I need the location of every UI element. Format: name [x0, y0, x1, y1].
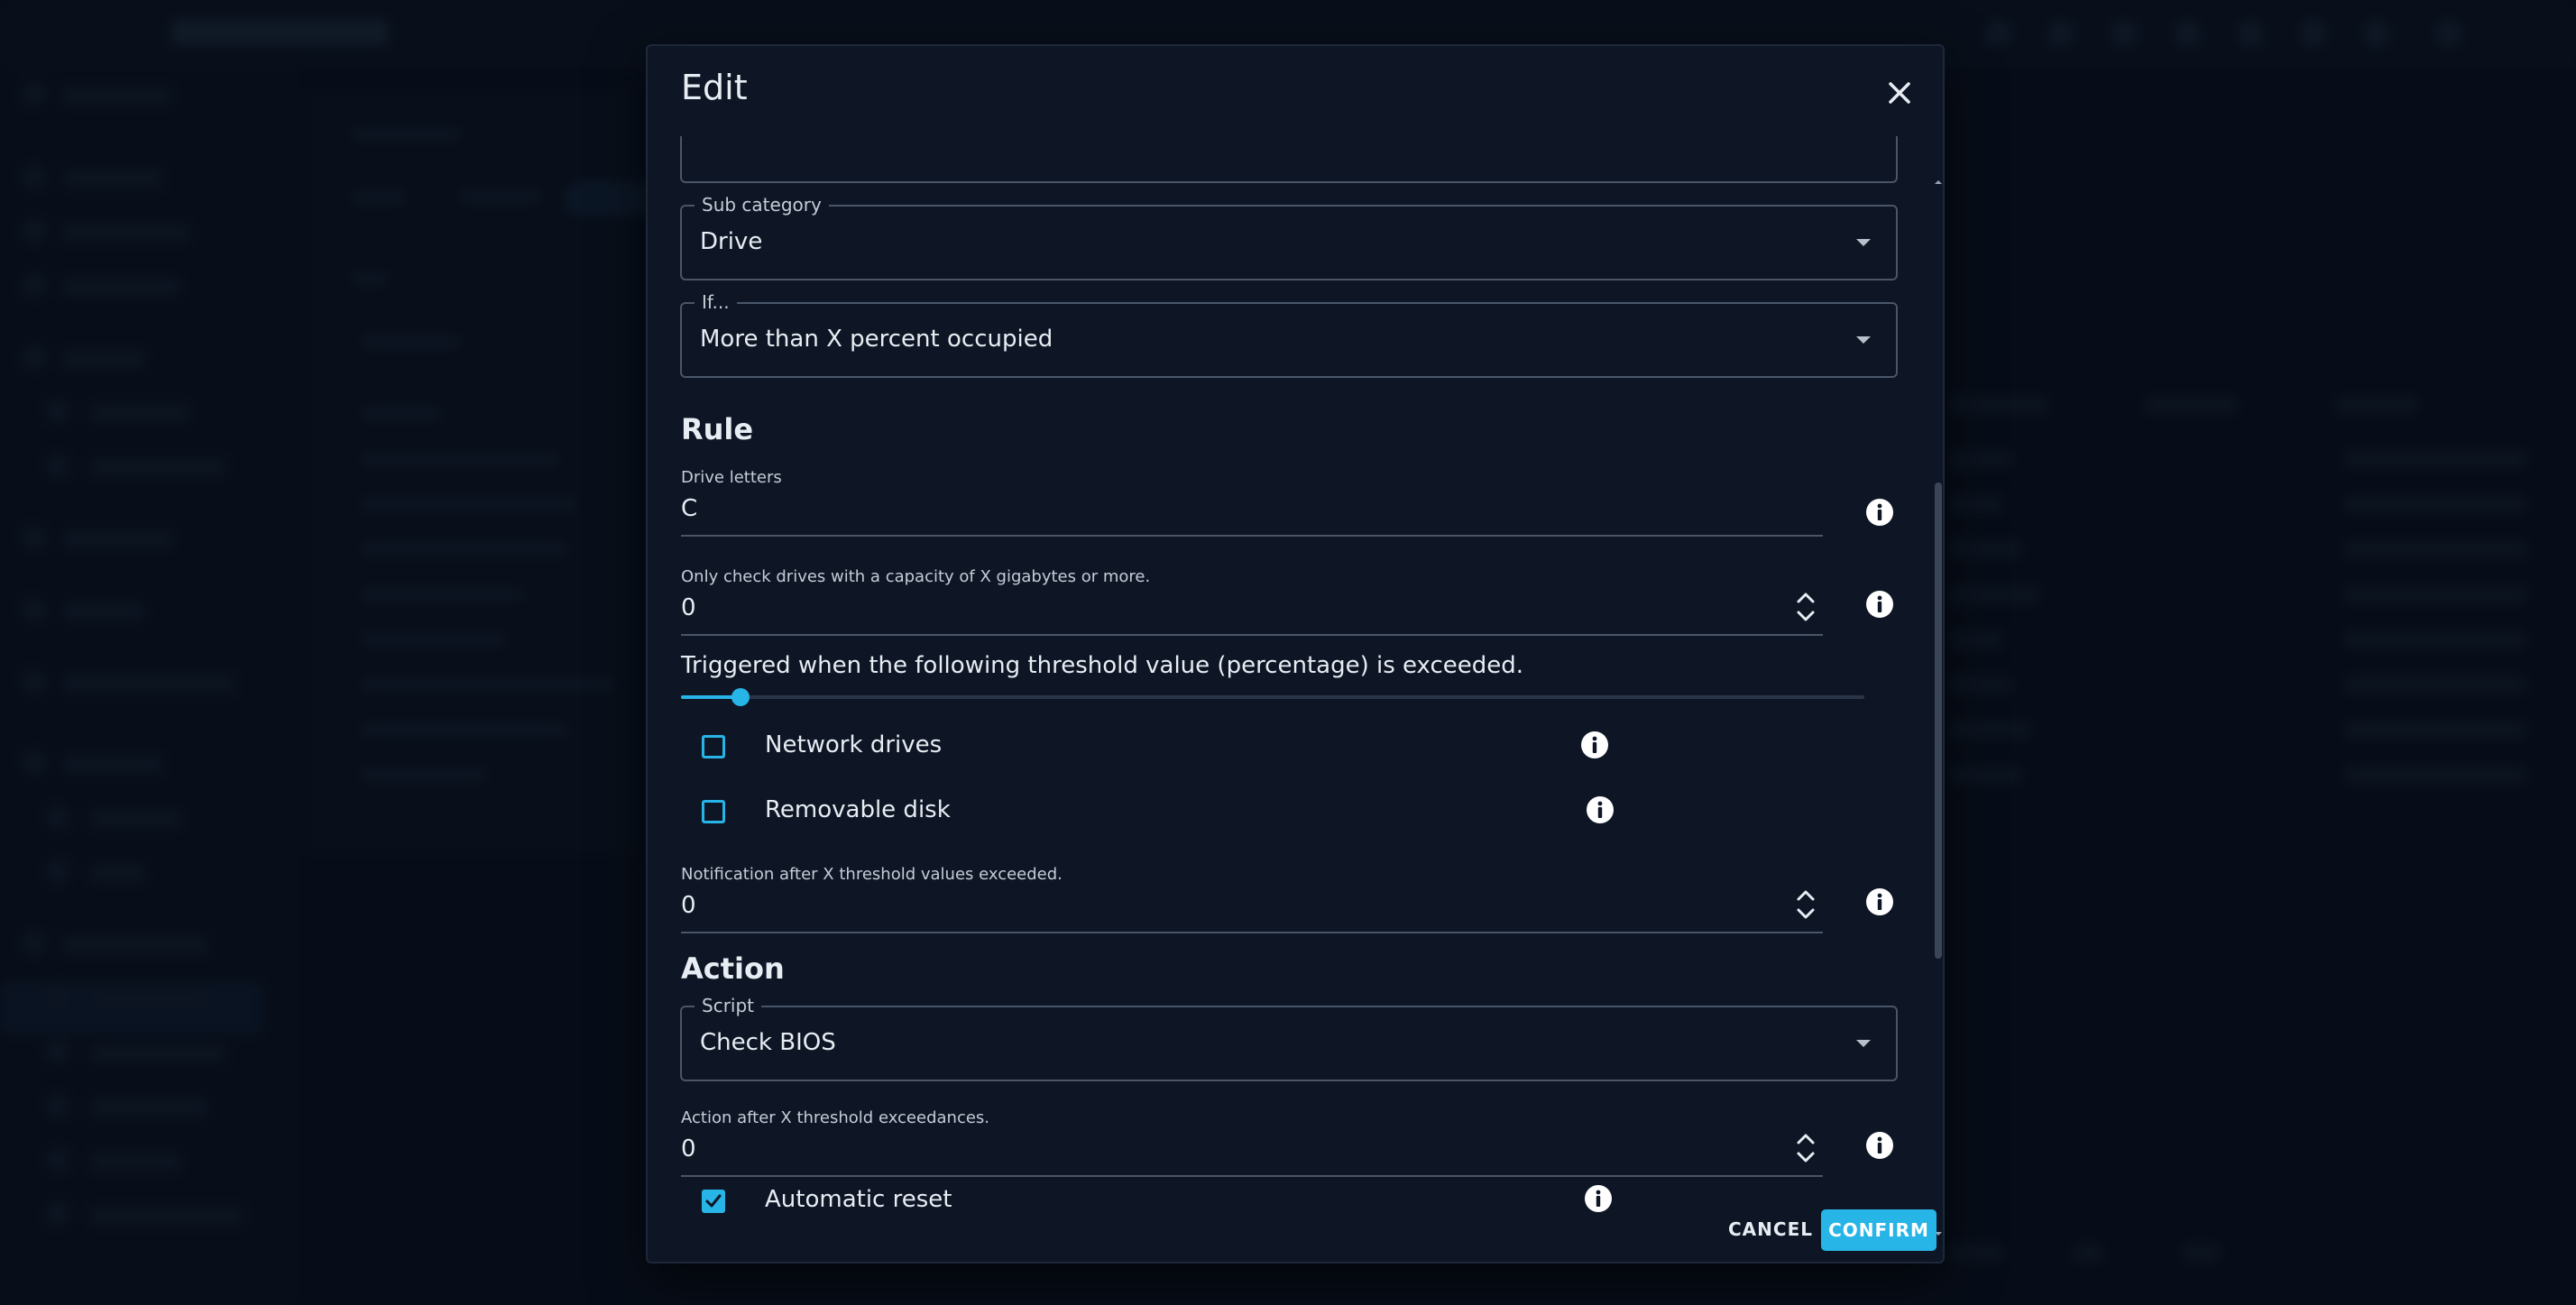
info-icon[interactable]	[1864, 1130, 1895, 1161]
drive-letters-field[interactable]: Drive letters C	[681, 468, 1823, 540]
if-condition-label: If...	[695, 291, 737, 313]
dialog-scrollbar[interactable]	[1934, 129, 1943, 1240]
cancel-button[interactable]: CANCEL	[1721, 1209, 1820, 1249]
sub-category-value: Drive	[700, 228, 763, 255]
network-drives-label: Network drives	[765, 731, 943, 758]
action-after-input[interactable]: 0	[681, 1135, 696, 1163]
scroll-up-arrow-icon[interactable]	[1934, 178, 1943, 187]
sub-category-label: Sub category	[695, 194, 829, 216]
action-after-label: Action after X threshold exceedances.	[681, 1108, 990, 1127]
scrollbar-thumb[interactable]	[1935, 482, 1942, 959]
close-icon	[1889, 82, 1910, 104]
edit-dialog: Edit Sub category Drive If... More than …	[646, 44, 1945, 1264]
notification-after-field[interactable]: Notification after X threshold values ex…	[681, 865, 1823, 937]
script-select[interactable]: Script Check BIOS	[680, 995, 1898, 1081]
script-value: Check BIOS	[700, 1029, 836, 1056]
notification-after-input[interactable]: 0	[681, 892, 696, 919]
info-icon[interactable]	[1585, 795, 1615, 825]
number-stepper-icon[interactable]	[1794, 1126, 1817, 1170]
action-heading: Action	[681, 951, 785, 986]
close-button[interactable]	[1880, 73, 1919, 113]
info-icon[interactable]	[1864, 497, 1895, 528]
capacity-label: Only check drives with a capacity of X g…	[681, 567, 1151, 586]
number-stepper-icon[interactable]	[1794, 585, 1817, 629]
if-condition-value: More than X percent occupied	[700, 326, 1053, 353]
info-icon[interactable]	[1579, 730, 1610, 760]
action-after-field[interactable]: Action after X threshold exceedances. 0	[681, 1108, 1823, 1181]
removable-disk-checkbox[interactable]	[702, 800, 725, 823]
caret-down-icon	[1856, 1040, 1871, 1047]
number-stepper-icon[interactable]	[1794, 883, 1817, 926]
caret-down-icon	[1856, 336, 1871, 344]
automatic-reset-checkbox[interactable]	[702, 1190, 725, 1213]
drive-letters-input[interactable]: C	[681, 495, 697, 522]
category-select-partial[interactable]	[680, 136, 1898, 183]
rule-heading: Rule	[681, 412, 754, 446]
drive-letters-label: Drive letters	[681, 468, 782, 487]
notification-after-label: Notification after X threshold values ex…	[681, 865, 1063, 884]
info-icon[interactable]	[1864, 887, 1895, 917]
removable-disk-label: Removable disk	[765, 796, 951, 823]
network-drives-checkbox[interactable]	[702, 735, 725, 758]
capacity-input[interactable]: 0	[681, 594, 696, 621]
script-label: Script	[695, 995, 762, 1016]
threshold-label: Triggered when the following threshold v…	[681, 652, 1524, 679]
slider-thumb[interactable]	[731, 688, 750, 706]
info-icon[interactable]	[1864, 589, 1895, 620]
info-icon[interactable]	[1583, 1183, 1614, 1214]
dialog-title: Edit	[681, 68, 748, 107]
confirm-button[interactable]: CONFIRM	[1821, 1209, 1937, 1251]
automatic-reset-label: Automatic reset	[765, 1186, 952, 1213]
if-condition-select[interactable]: If... More than X percent occupied	[680, 291, 1898, 378]
caret-down-icon	[1856, 239, 1871, 246]
sub-category-select[interactable]: Sub category Drive	[680, 194, 1898, 280]
capacity-field[interactable]: Only check drives with a capacity of X g…	[681, 567, 1823, 639]
checkmark-icon	[705, 1194, 722, 1208]
dialog-content[interactable]: Sub category Drive If... More than X per…	[648, 136, 1946, 1245]
threshold-slider[interactable]	[681, 688, 1864, 706]
